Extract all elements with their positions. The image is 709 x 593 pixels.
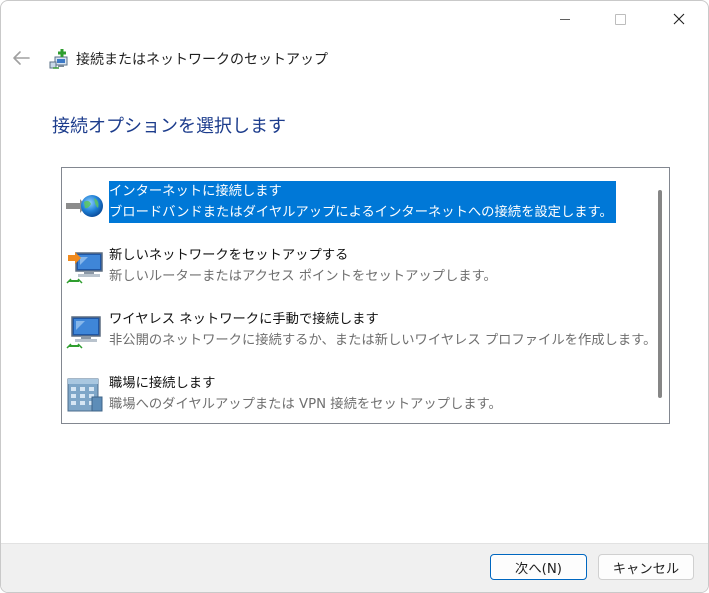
maximize-button[interactable] [597,1,643,37]
minimize-icon [560,18,570,20]
next-button[interactable]: 次へ(N) [490,554,587,580]
option-title: インターネットに接続します [109,181,616,202]
minimize-button[interactable] [542,1,588,37]
option-description: 非公開のネットワークに接続するか、または新しいワイヤレス プロファイルを作成しま… [109,333,657,348]
option-title: 職場に接続します [109,376,216,391]
options-scrollbar[interactable] [654,170,666,421]
new-network-icon [64,247,106,293]
back-button[interactable] [12,50,30,70]
close-icon [673,13,685,25]
dialog-window: 接続またはネットワークのセットアップ 接続オプションを選択します インターネット… [0,0,709,593]
option-connect-internet[interactable]: インターネットに接続します ブロードバンドまたはダイヤルアップによるインターネッ… [62,181,652,243]
dialog-footer: 次へ(N) キャンセル [1,543,708,592]
maximize-icon [614,13,626,25]
option-wireless-manual[interactable]: ワイヤレス ネットワークに手動で接続します 非公開のネットワークに接続するか、ま… [62,309,656,371]
option-title: 新しいネットワークをセットアップする [109,248,349,263]
workplace-icon [64,375,106,421]
option-new-network[interactable]: 新しいネットワークをセットアップする 新しいルーターまたはアクセス ポイントをセ… [62,245,652,307]
close-button[interactable] [656,1,702,37]
option-description: 新しいルーターまたはアクセス ポイントをセットアップします。 [109,269,497,284]
scrollbar-thumb[interactable] [658,190,662,398]
cancel-button[interactable]: キャンセル [598,554,694,580]
globe-connection-icon [64,185,106,231]
option-description: 職場へのダイヤルアップまたは VPN 接続をセットアップします。 [109,397,502,412]
option-title: ワイヤレス ネットワークに手動で接続します [109,312,379,327]
option-description: ブロードバンドまたはダイヤルアップによるインターネットへの接続を設定します。 [109,202,616,223]
back-arrow-icon [13,51,30,65]
option-connect-workplace[interactable]: 職場に接続します 職場へのダイヤルアップまたは VPN 接続をセットアップします… [62,373,652,435]
page-heading: 接続オプションを選択します [52,116,286,137]
window-title: 接続またはネットワークのセットアップ [76,52,328,68]
network-setup-icon [49,48,71,74]
wireless-network-icon [64,311,106,357]
connection-options-list[interactable]: インターネットに接続します ブロードバンドまたはダイヤルアップによるインターネッ… [61,167,670,424]
